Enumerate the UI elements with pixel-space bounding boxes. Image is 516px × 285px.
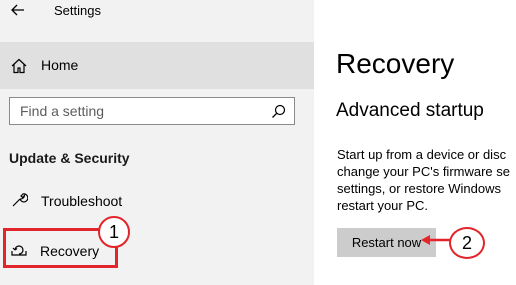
step-1-callout: 1 — [98, 216, 130, 248]
section-description: Start up from a device or disc change yo… — [337, 146, 516, 214]
callout-arrow — [421, 235, 450, 245]
description-line: restart your PC. — [337, 198, 429, 213]
section-heading: Advanced startup — [336, 100, 484, 121]
step-2-callout: 2 — [449, 227, 485, 259]
app-title: Settings — [54, 3, 101, 18]
search-icon[interactable] — [271, 104, 286, 119]
back-button[interactable] — [8, 0, 28, 20]
recovery-icon — [11, 245, 27, 256]
search-input[interactable] — [20, 98, 260, 124]
description-line: Start up from a device or disc — [337, 147, 507, 162]
sidebar-item-label: Troubleshoot — [41, 193, 123, 209]
sidebar-item-troubleshoot[interactable]: Troubleshoot — [0, 186, 314, 216]
description-line: settings, or restore Windows — [337, 181, 502, 196]
home-icon — [11, 58, 27, 74]
sidebar-item-home[interactable]: Home — [0, 42, 314, 89]
sidebar-item-label: Recovery — [40, 243, 100, 259]
section-title: Update & Security — [9, 150, 130, 166]
home-label: Home — [41, 57, 79, 73]
wrench-icon — [12, 193, 28, 207]
back-arrow-icon — [11, 4, 24, 16]
description-line: change your PC's firmware se — [337, 164, 510, 179]
search-box[interactable] — [9, 97, 295, 125]
page-title: Recovery — [336, 48, 455, 79]
sidebar: Settings Home Update & Security Troubles… — [0, 0, 314, 285]
